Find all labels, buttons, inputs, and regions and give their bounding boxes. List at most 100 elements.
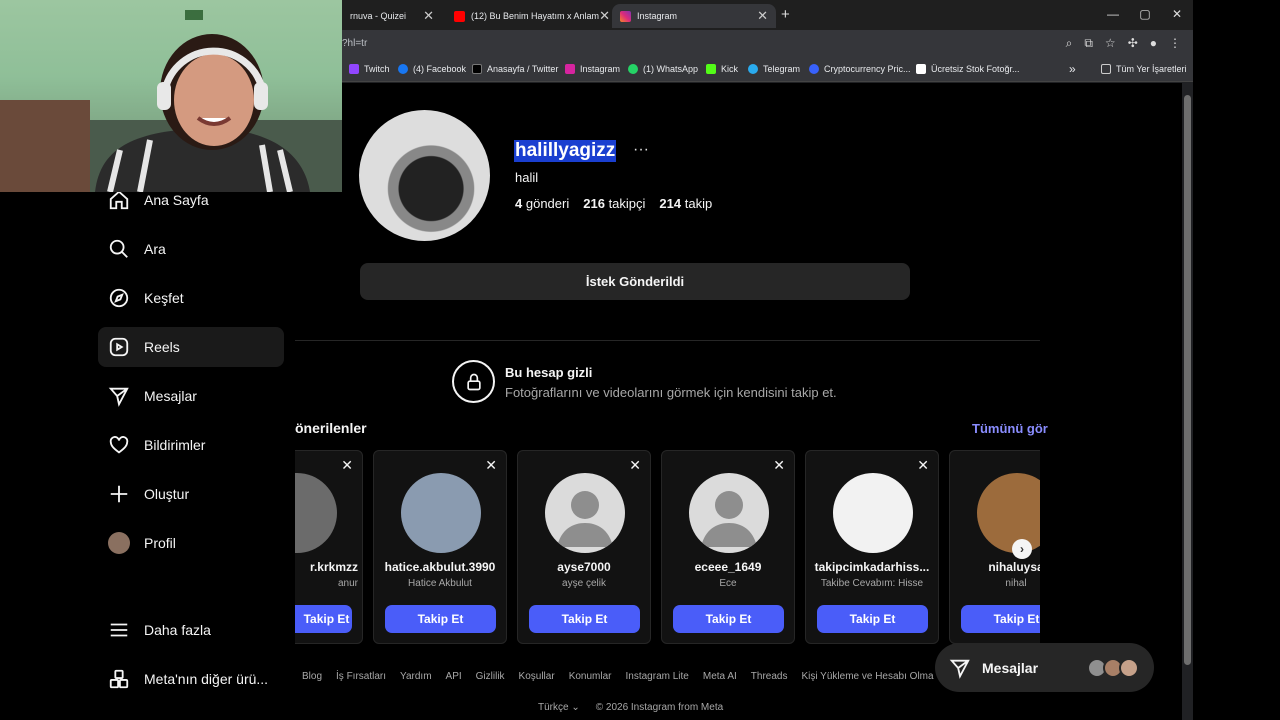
follow-button[interactable]: Takip Et [295, 605, 352, 633]
follow-button[interactable]: Takip Et [385, 605, 496, 633]
footer-link[interactable]: Threads [751, 671, 788, 682]
bookmark-twitter[interactable]: Anasayfa / Twitter [472, 64, 558, 74]
sidebar-item-profile[interactable]: Profil [98, 523, 284, 563]
footer-link[interactable]: Yardım [400, 671, 432, 682]
more-options-icon[interactable]: ··· [633, 141, 649, 159]
suggested-card[interactable]: ✕ hatice.akbulut.3990 Hatice Akbulut Tak… [373, 450, 507, 644]
suggested-card[interactable]: ✕ ayse7000 ayşe çelik Takip Et [517, 450, 651, 644]
close-icon[interactable]: ✕ [629, 457, 641, 474]
menu-icon[interactable]: ⋮ [1169, 36, 1181, 51]
tab-title: Instagram [637, 11, 678, 21]
chevron-right-icon[interactable]: › [1012, 539, 1032, 559]
address-bar[interactable]: ?hl=tr [342, 38, 367, 49]
sidebar-item-explore[interactable]: Keşfet [98, 278, 284, 318]
tab-youtube[interactable]: (12) Bu Benim Hayatım x Anlam ✕ [446, 4, 610, 28]
suggested-card[interactable]: ✕ eceee_1649 Ece Takip Et [661, 450, 795, 644]
close-icon[interactable]: ✕ [485, 457, 497, 474]
tab-instagram[interactable]: Instagram ✕ [612, 4, 776, 28]
bookmark-kick[interactable]: Kick [706, 64, 738, 74]
scrollbar-thumb[interactable] [1184, 95, 1191, 665]
suggested-card[interactable]: ✕ r.krkmzz anur Takip Et [295, 450, 363, 644]
extensions-icon[interactable]: ✣ [1128, 36, 1138, 51]
all-bookmarks[interactable]: Tüm Yer İşaretleri [1101, 64, 1187, 74]
instagram-icon [565, 64, 575, 74]
messages-pill[interactable]: Mesajlar [935, 643, 1154, 692]
close-icon[interactable]: ✕ [917, 457, 929, 474]
suggested-card[interactable]: ✕ takipcimkadarhiss... Takibe Cevabım: H… [805, 450, 939, 644]
default-avatar-icon[interactable] [689, 473, 769, 553]
suggested-username[interactable]: hatice.akbulut.3990 [374, 560, 506, 574]
page-scrollbar[interactable] [1182, 83, 1193, 720]
avatar [1119, 658, 1139, 678]
footer-link[interactable]: Kişi Yükleme ve Hesabı Olma [801, 671, 933, 682]
footer-link[interactable]: Blog [302, 671, 322, 682]
footer-link[interactable]: Meta AI [703, 671, 737, 682]
tab-quiz[interactable]: rnuva - Quizei ✕ [342, 4, 442, 28]
footer-link[interactable]: Gizlilik [476, 671, 505, 682]
sidebar-item-messages[interactable]: Mesajlar [98, 376, 284, 416]
kick-icon [706, 64, 716, 74]
profile-icon[interactable]: ● [1150, 36, 1157, 51]
bookmark-whatsapp[interactable]: (1) WhatsApp [628, 64, 698, 74]
maximize-icon[interactable]: ▢ [1129, 7, 1161, 21]
suggested-avatar[interactable] [295, 473, 337, 553]
profile-avatar[interactable] [359, 110, 490, 241]
close-icon[interactable]: ✕ [341, 457, 353, 474]
sidebar-item-label: Meta'nın diğer ürü... [144, 671, 269, 687]
bookmark-label: Tüm Yer İşaretleri [1116, 64, 1187, 74]
star-icon[interactable]: ☆ [1105, 36, 1116, 51]
suggested-username[interactable]: r.krkmzz [295, 560, 362, 574]
suggested-avatar[interactable] [833, 473, 913, 553]
suggested-username[interactable]: nihaluysa [950, 560, 1040, 574]
facebook-icon [398, 64, 408, 74]
sidebar-item-search[interactable]: Ara [98, 229, 284, 269]
sidebar-item-create[interactable]: Oluştur [98, 474, 284, 514]
sidebar-item-more[interactable]: Daha fazla [98, 610, 284, 650]
sidebar-item-label: Profil [144, 535, 176, 551]
default-avatar-icon[interactable] [545, 473, 625, 553]
close-icon[interactable]: ✕ [423, 8, 434, 24]
bookmark-label: (4) Facebook [413, 64, 467, 74]
bookmark-crypto[interactable]: Cryptocurrency Pric... [809, 64, 911, 74]
bookmark-instagram[interactable]: Instagram [565, 64, 620, 74]
bookmark-twitch[interactable]: Twitch [349, 64, 390, 74]
suggested-username[interactable]: ayse7000 [518, 560, 650, 574]
install-icon[interactable]: ⧉ [1084, 36, 1093, 51]
following-stat[interactable]: 214 takip [659, 196, 712, 211]
messages-label: Mesajlar [982, 659, 1039, 676]
close-icon[interactable]: ✕ [757, 8, 768, 24]
footer-link[interactable]: Koşullar [519, 671, 555, 682]
toolbar-icons: ⌕ ⧉ ☆ ✣ ● ⋮ [1066, 36, 1181, 51]
minimize-icon[interactable]: — [1097, 7, 1129, 21]
follow-button[interactable]: Takip Et [961, 605, 1040, 633]
followers-stat[interactable]: 216 takipçi [583, 196, 645, 211]
close-icon[interactable]: ✕ [599, 8, 610, 24]
bookmark-stock[interactable]: Ücretsiz Stok Fotoğr... [916, 64, 1020, 74]
bookmarks-overflow[interactable]: » [1069, 62, 1076, 76]
language-selector[interactable]: Türkçe ⌄ [538, 702, 580, 713]
private-title: Bu hesap gizli [505, 365, 593, 380]
footer-link[interactable]: Instagram Lite [626, 671, 689, 682]
sidebar-item-notifications[interactable]: Bildirimler [98, 425, 284, 465]
bookmark-facebook[interactable]: (4) Facebook [398, 64, 466, 74]
suggested-username[interactable]: takipcimkadarhiss... [806, 560, 938, 574]
close-window-icon[interactable]: ✕ [1161, 7, 1193, 21]
suggested-username[interactable]: eceee_1649 [662, 560, 794, 574]
suggested-avatar[interactable] [401, 473, 481, 553]
zoom-icon[interactable]: ⌕ [1066, 36, 1073, 51]
follow-button[interactable]: Takip Et [529, 605, 640, 633]
new-tab-icon[interactable]: + [781, 6, 790, 23]
footer-link[interactable]: Konumlar [569, 671, 612, 682]
follow-button[interactable]: Takip Et [673, 605, 784, 633]
footer-link[interactable]: API [446, 671, 462, 682]
heart-icon [108, 434, 130, 456]
sidebar-item-reels[interactable]: Reels [98, 327, 284, 367]
footer-link[interactable]: İş Fırsatları [336, 671, 386, 682]
sidebar-item-meta[interactable]: Meta'nın diğer ürü... [98, 659, 284, 699]
request-sent-button[interactable]: İstek Gönderildi [360, 263, 910, 300]
suggested-avatar[interactable] [977, 473, 1040, 553]
follow-button[interactable]: Takip Et [817, 605, 928, 633]
see-all-link[interactable]: Tümünü gör [972, 421, 1048, 436]
bookmark-telegram[interactable]: Telegram [748, 64, 800, 74]
close-icon[interactable]: ✕ [773, 457, 785, 474]
